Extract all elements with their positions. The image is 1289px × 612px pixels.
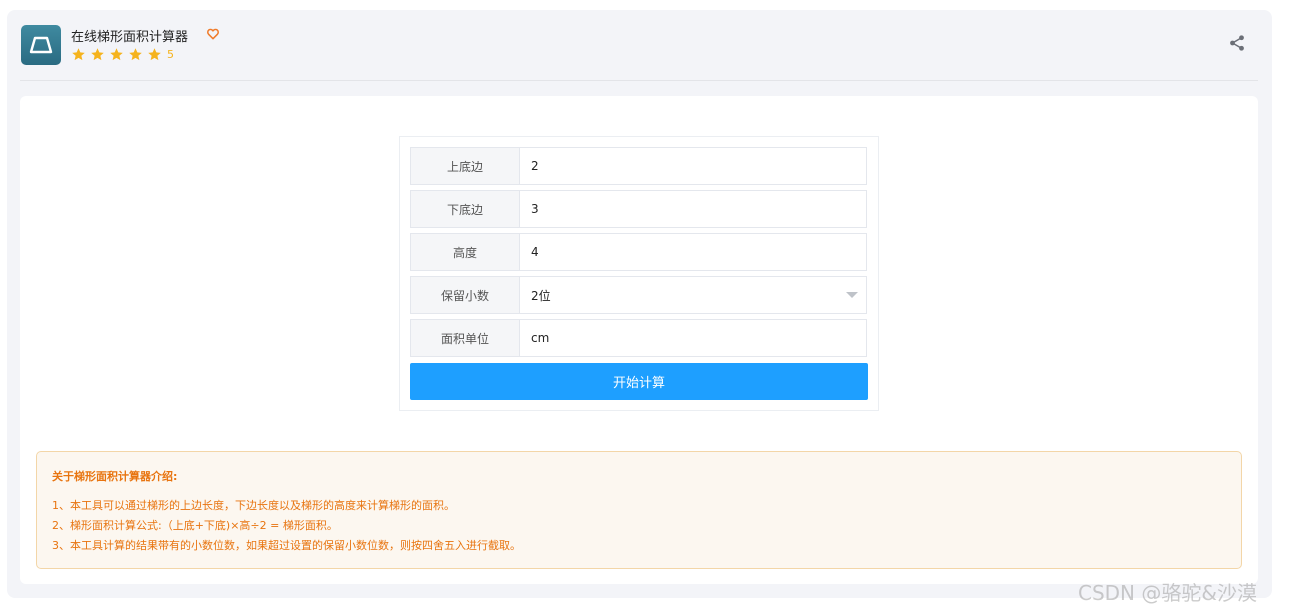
start-calculate-button[interactable]: 开始计算 — [410, 363, 868, 400]
star-icon — [91, 47, 104, 60]
intro-title: 关于梯形面积计算器介绍: — [52, 470, 178, 483]
upper-base-input[interactable]: 2 — [520, 148, 866, 184]
lower-base-label: 下底边 — [411, 191, 520, 227]
star-icon — [129, 47, 142, 60]
chevron-down-icon — [846, 292, 858, 298]
upper-base-row: 上底边 2 — [410, 147, 867, 185]
share-icon[interactable] — [1228, 34, 1246, 52]
heart-outline-icon[interactable] — [206, 27, 220, 41]
height-input[interactable]: 4 — [520, 234, 866, 270]
intro-box: 关于梯形面积计算器介绍: 1、本工具可以通过梯形的上边长度，下边长度以及梯形的高… — [36, 451, 1242, 569]
decimals-row: 保留小数 2位 — [410, 276, 867, 314]
rating-stars: 5 — [71, 46, 174, 62]
trapezoid-icon — [21, 25, 61, 65]
tool-panel: 在线梯形面积计算器 5 上底边 2 下底边 3 高度 4 保留小数 2位 面积单… — [7, 10, 1272, 598]
intro-line: 2、梯形面积计算公式:（上底+下底)×高÷2 = 梯形面积。 — [52, 519, 338, 532]
watermark: CSDN @骆驼&沙漠 — [1078, 581, 1257, 605]
intro-line: 3、本工具计算的结果带有的小数位数，如果超过设置的保留小数位数，则按四舍五入进行… — [52, 539, 521, 552]
app-title: 在线梯形面积计算器 — [71, 30, 189, 45]
star-icon — [110, 47, 123, 60]
height-label: 高度 — [411, 234, 520, 270]
height-row: 高度 4 — [410, 233, 867, 271]
rating-value: 5 — [167, 47, 174, 61]
unit-row: 面积单位 cm — [410, 319, 867, 357]
calculator-form: 上底边 2 下底边 3 高度 4 保留小数 2位 面积单位 cm 开始计算 — [399, 136, 879, 411]
decimals-label: 保留小数 — [411, 277, 520, 313]
tool-header: 在线梯形面积计算器 5 — [20, 10, 1258, 81]
lower-base-row: 下底边 3 — [410, 190, 867, 228]
star-icon — [72, 47, 85, 60]
upper-base-label: 上底边 — [411, 148, 520, 184]
star-icon — [148, 47, 161, 60]
decimals-selected-value: 2位 — [531, 288, 551, 303]
calculator-card: 上底边 2 下底边 3 高度 4 保留小数 2位 面积单位 cm 开始计算 关于… — [20, 96, 1258, 584]
lower-base-input[interactable]: 3 — [520, 191, 866, 227]
intro-line: 1、本工具可以通过梯形的上边长度，下边长度以及梯形的高度来计算梯形的面积。 — [52, 499, 455, 512]
unit-input[interactable]: cm — [520, 320, 866, 356]
decimals-select[interactable]: 2位 — [520, 277, 866, 313]
unit-label: 面积单位 — [411, 320, 520, 356]
